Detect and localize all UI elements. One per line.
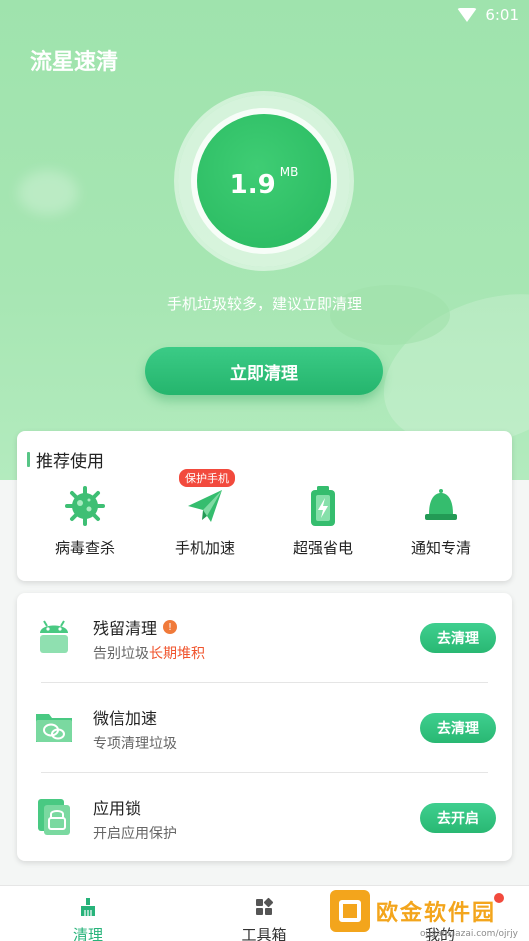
feature-subtitle-warn: 长期堆积 bbox=[149, 646, 205, 662]
feature-subtitle-text: 告别垃圾 bbox=[93, 646, 149, 662]
tab-label: 清理 bbox=[72, 926, 103, 941]
tab-label: 工具箱 bbox=[241, 926, 287, 941]
recommend-card: 推荐使用 病毒查杀 保护手机 手机加速 超强省电 通知专清 bbox=[17, 431, 512, 581]
android-icon bbox=[33, 615, 75, 657]
alert-icon: ! bbox=[163, 620, 178, 634]
broom-icon bbox=[38, 896, 138, 918]
recommend-item-battery[interactable]: 超强省电 bbox=[263, 483, 383, 558]
decor-blob bbox=[18, 170, 78, 215]
feature-title: 应用锁 bbox=[93, 799, 142, 818]
junk-size-unit: MB bbox=[279, 165, 299, 179]
clean-now-button[interactable]: 立即清理 bbox=[145, 347, 383, 395]
feature-row-wechat[interactable]: 微信加速 专项清理垃圾 去清理 bbox=[17, 683, 512, 773]
app-title: 流星速清 bbox=[30, 50, 119, 75]
recommend-label: 超强省电 bbox=[292, 539, 353, 557]
battery-icon bbox=[300, 483, 346, 529]
tab-toolbox[interactable]: 工具箱 bbox=[214, 896, 314, 941]
toolbox-icon bbox=[214, 896, 314, 918]
watermark-logo bbox=[330, 890, 370, 932]
recommend-title: 推荐使用 bbox=[27, 447, 104, 472]
feature-title: 残留清理 ! bbox=[93, 615, 178, 639]
recommend-title-text: 推荐使用 bbox=[36, 452, 104, 472]
junk-meter[interactable]: 1.9 MB bbox=[197, 114, 331, 248]
junk-hint: 手机垃圾较多，建议立即清理 bbox=[166, 295, 362, 313]
watermark-text: 欧金软件园 bbox=[376, 901, 497, 926]
junk-size-value: 1.9 bbox=[229, 170, 276, 200]
go-enable-button[interactable]: 去开启 bbox=[420, 803, 496, 833]
watermark: 欧金软件园 bbox=[330, 890, 496, 932]
protect-badge: 保护手机 bbox=[179, 469, 235, 487]
feature-list-card: 残留清理 ! 告别垃圾长期堆积 去清理 微信加速 专项清理垃圾 去清理 应用锁 … bbox=[17, 593, 512, 861]
go-clean-button[interactable]: 去清理 bbox=[420, 623, 496, 653]
feature-subtitle: 开启应用保护 bbox=[93, 826, 177, 842]
recommend-item-virus[interactable]: 病毒查杀 bbox=[25, 483, 145, 558]
recommend-label: 手机加速 bbox=[174, 539, 235, 557]
lock-icon bbox=[33, 795, 75, 837]
wechat-folder-icon bbox=[33, 705, 75, 747]
virus-icon bbox=[62, 483, 108, 529]
feature-title: 微信加速 bbox=[93, 709, 158, 728]
watermark-url: ouyaoxiazai.com/ojrjy bbox=[420, 929, 519, 939]
feature-subtitle: 专项清理垃圾 bbox=[93, 736, 177, 752]
feature-row-residual[interactable]: 残留清理 ! 告别垃圾长期堆积 去清理 bbox=[17, 593, 512, 683]
status-time: 6:01 bbox=[485, 6, 519, 24]
tab-clean[interactable]: 清理 bbox=[38, 896, 138, 941]
feature-row-applock[interactable]: 应用锁 开启应用保护 去开启 bbox=[17, 773, 512, 863]
recommend-label: 通知专清 bbox=[410, 539, 471, 557]
title-accent-bar bbox=[27, 452, 30, 467]
feature-subtitle: 告别垃圾长期堆积 bbox=[93, 643, 205, 663]
feature-title-text: 残留清理 bbox=[93, 619, 158, 638]
recommend-label: 病毒查杀 bbox=[54, 539, 115, 557]
bell-icon bbox=[418, 483, 464, 529]
recommend-item-notify[interactable]: 通知专清 bbox=[381, 483, 501, 558]
status-bar: 6:01 bbox=[457, 6, 519, 24]
wifi-icon bbox=[457, 8, 478, 22]
paper-plane-icon bbox=[182, 483, 228, 529]
recommend-item-speed[interactable]: 保护手机 手机加速 bbox=[145, 469, 265, 558]
go-clean-button[interactable]: 去清理 bbox=[420, 713, 496, 743]
